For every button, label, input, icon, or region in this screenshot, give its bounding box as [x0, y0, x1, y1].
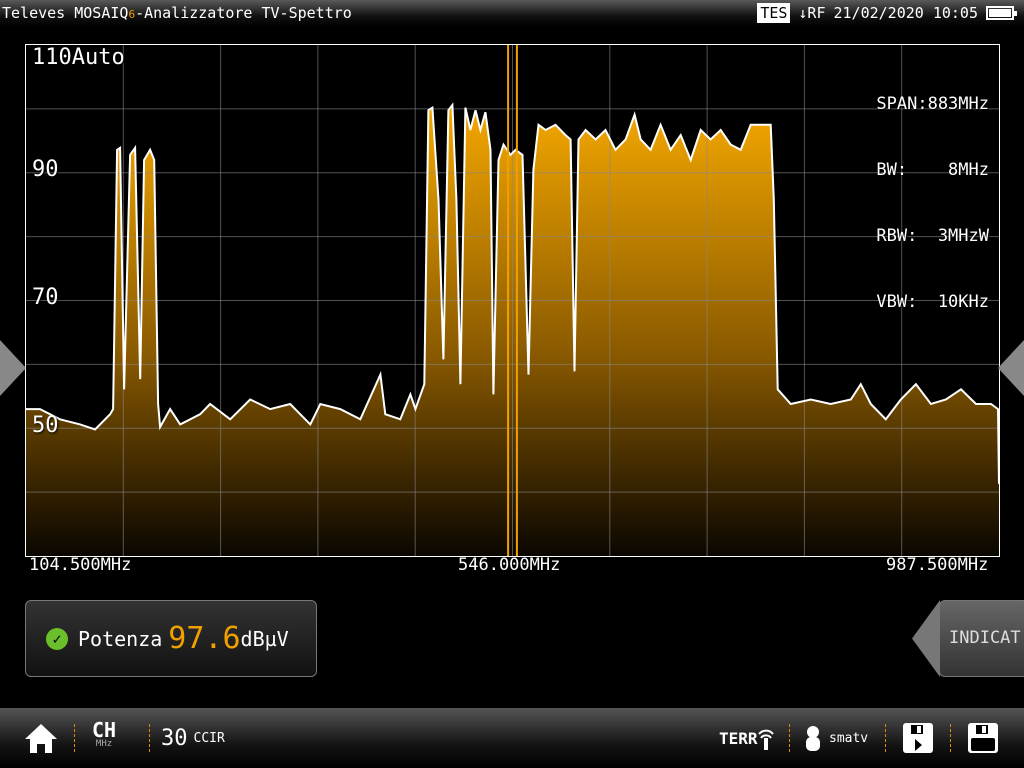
datetime: 21/02/2020 10:05	[833, 4, 979, 22]
power-measurement-box[interactable]: ✓ Potenza 97.6 dBµV	[25, 600, 317, 677]
screen-title: -Analizzatore TV-Spettro	[135, 4, 352, 22]
terr-label: TERR	[719, 728, 758, 748]
indicator-tab-arrow[interactable]	[912, 600, 940, 677]
rbw-label: RBW: 3MHzW	[876, 226, 989, 246]
separator	[149, 724, 150, 752]
y-tick-label: 70	[32, 285, 59, 310]
home-button[interactable]	[24, 720, 58, 756]
left-panel-tab[interactable]	[0, 340, 26, 396]
span-label: SPAN:883MHz	[876, 94, 989, 114]
ch-label: CH	[92, 718, 117, 742]
x-tick-label: 546.000MHz	[458, 555, 561, 575]
x-tick-label: 104.500MHz	[29, 555, 132, 575]
power-value: 97.6	[168, 621, 241, 656]
right-panel-tab[interactable]	[998, 340, 1024, 396]
separator	[885, 724, 886, 752]
bottom-toolbar: CH MHz 30 CCIR TERR smatv	[0, 708, 1024, 768]
brand: Televes MOSAIQ	[2, 4, 129, 22]
save-button[interactable]	[967, 720, 999, 756]
tes-badge[interactable]: TES	[757, 3, 791, 23]
channel-selector[interactable]: 30 CCIR	[161, 720, 225, 756]
save-icon	[968, 723, 998, 753]
vbw-label: VBW: 10KHz	[876, 292, 989, 312]
separator	[789, 724, 790, 752]
indicator-button[interactable]: INDICAT	[939, 600, 1024, 677]
bw-label: BW: 8MHz	[876, 160, 989, 180]
status-area: TES ↓RF 21/02/2020 10:05	[757, 0, 1017, 26]
user-icon	[806, 726, 820, 751]
battery-icon	[986, 6, 1017, 20]
input-indicator: ↓RF	[798, 4, 826, 22]
separator	[950, 724, 951, 752]
home-icon	[25, 724, 57, 753]
params-panel: SPAN:883MHz BW: 8MHz RBW: 3MHzW VBW: 10K…	[876, 49, 989, 357]
app-title: Televes MOSAIQ6-Analizzatore TV-Spettro	[2, 0, 352, 28]
save-load-icon	[903, 723, 933, 753]
antenna-icon	[757, 729, 774, 750]
channel-number: 30	[161, 725, 188, 751]
channel-plan: CCIR	[193, 730, 225, 746]
y-tick-label: 90	[32, 157, 59, 182]
y-tick-label: 50	[32, 413, 59, 438]
x-tick-label: 987.500MHz	[886, 555, 989, 575]
ch-mhz-toggle[interactable]: CH MHz	[92, 720, 116, 756]
user-name: smatv	[829, 730, 869, 746]
mhz-label: MHz	[95, 739, 113, 749]
load-button[interactable]	[902, 720, 934, 756]
power-unit: dBµV	[240, 626, 289, 651]
user-button[interactable]: smatv	[803, 720, 868, 756]
spectrum-svg	[26, 45, 999, 556]
separator	[74, 724, 75, 752]
power-label: Potenza	[78, 626, 163, 651]
reference-level[interactable]: 110Auto	[32, 45, 125, 70]
spectrum-chart[interactable]: 110Auto SPAN:883MHz BW: 8MHz RBW: 3MHzW …	[25, 44, 1000, 557]
title-bar: Televes MOSAIQ6-Analizzatore TV-Spettro …	[0, 0, 1024, 27]
check-icon: ✓	[46, 627, 68, 650]
band-button[interactable]: TERR	[719, 720, 774, 756]
